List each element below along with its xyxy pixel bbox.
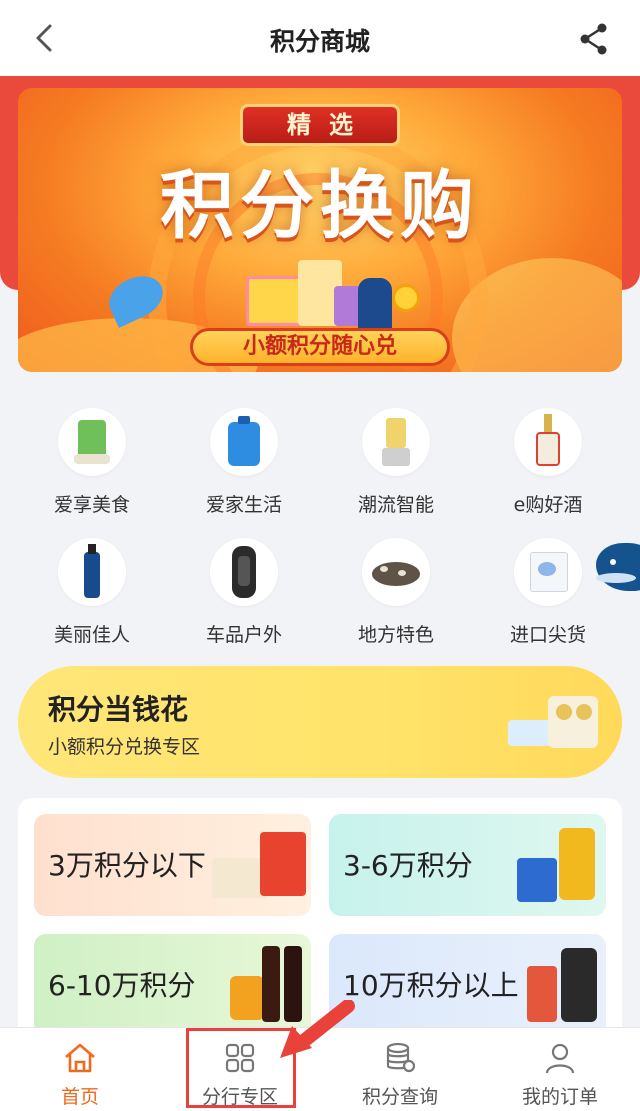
category-beauty[interactable]: 美丽佳人	[16, 528, 168, 648]
page-title: 积分商城	[269, 27, 370, 56]
coin-stack-icon	[386, 1042, 416, 1073]
honey-jar-icon	[230, 976, 264, 1020]
range-30k-60k[interactable]: 3-6万积分	[329, 814, 606, 916]
range-label: 10万积分以上	[343, 969, 519, 1002]
banner-title: 积分换购	[160, 163, 480, 249]
category-liquor[interactable]: e购好酒	[472, 398, 624, 518]
tab-my-orders[interactable]: 我的订单	[480, 1028, 640, 1111]
pointer-arrow-icon	[280, 1000, 355, 1058]
home-icon	[65, 1043, 95, 1073]
import-box-icon	[514, 538, 582, 606]
promo-subtitle: 小额积分兑换专区	[48, 736, 201, 758]
gift-box-icon	[246, 276, 302, 326]
range-under-30k[interactable]: 3万积分以下	[34, 814, 311, 916]
range-over-100k[interactable]: 10万积分以上	[329, 934, 606, 1036]
oil-bottle-icon	[559, 828, 595, 900]
cosmetic-bottle-icon	[58, 538, 126, 606]
category-label: 爱家生活	[205, 494, 282, 516]
category-label: 爱享美食	[53, 494, 130, 516]
car-seat-icon	[210, 538, 278, 606]
user-icon	[545, 1043, 575, 1074]
range-label: 6-10万积分	[48, 969, 196, 1002]
gift-bag-icon	[260, 832, 306, 896]
range-label: 3-6万积分	[343, 849, 473, 882]
category-label: 潮流智能	[357, 494, 434, 516]
category-local[interactable]: 地方特色	[320, 528, 472, 648]
category-home[interactable]: 爱家生活	[168, 398, 320, 518]
range-label: 3万积分以下	[48, 849, 206, 882]
category-smart[interactable]: 潮流智能	[320, 398, 472, 518]
coin-icon	[392, 284, 420, 312]
category-label: e购好酒	[513, 494, 583, 516]
top-nav-bar: 积分商城	[0, 0, 640, 76]
share-icon[interactable]	[578, 22, 610, 56]
category-car-outdoor[interactable]: 车品户外	[168, 528, 320, 648]
detergent-icon	[517, 858, 557, 902]
banner-subtitle: 小额积分随心兑	[190, 328, 450, 366]
detergent-icon	[210, 408, 278, 476]
blender-icon	[561, 948, 597, 1022]
mushroom-icon	[362, 538, 430, 606]
category-food[interactable]: 爱享美食	[16, 398, 168, 518]
range-60k-100k[interactable]: 6-10万积分	[34, 934, 311, 1036]
tab-label: 我的订单	[521, 1086, 598, 1108]
promo-title: 积分当钱花	[48, 693, 189, 726]
rice-bag-icon	[58, 408, 126, 476]
category-import[interactable]: 进口尖货	[472, 528, 624, 648]
category-label: 地方特色	[357, 624, 434, 646]
category-label: 车品户外	[205, 624, 282, 646]
tissue-products-icon	[508, 690, 608, 756]
phone-icon	[527, 966, 557, 1022]
promo-banner[interactable]: 精选 积分换购 小额积分随心兑	[18, 88, 622, 372]
points-as-cash-banner[interactable]: 积分当钱花 小额积分兑换专区	[18, 666, 622, 778]
category-label: 进口尖货	[509, 624, 586, 646]
banner-tag-featured: 精选	[240, 104, 400, 146]
category-label: 美丽佳人	[53, 624, 130, 646]
tab-home[interactable]: 首页	[0, 1028, 160, 1111]
tab-label: 首页	[60, 1086, 99, 1108]
tab-label: 积分查询	[361, 1086, 438, 1108]
blender-icon	[362, 408, 430, 476]
liquor-bottle-icon	[514, 408, 582, 476]
